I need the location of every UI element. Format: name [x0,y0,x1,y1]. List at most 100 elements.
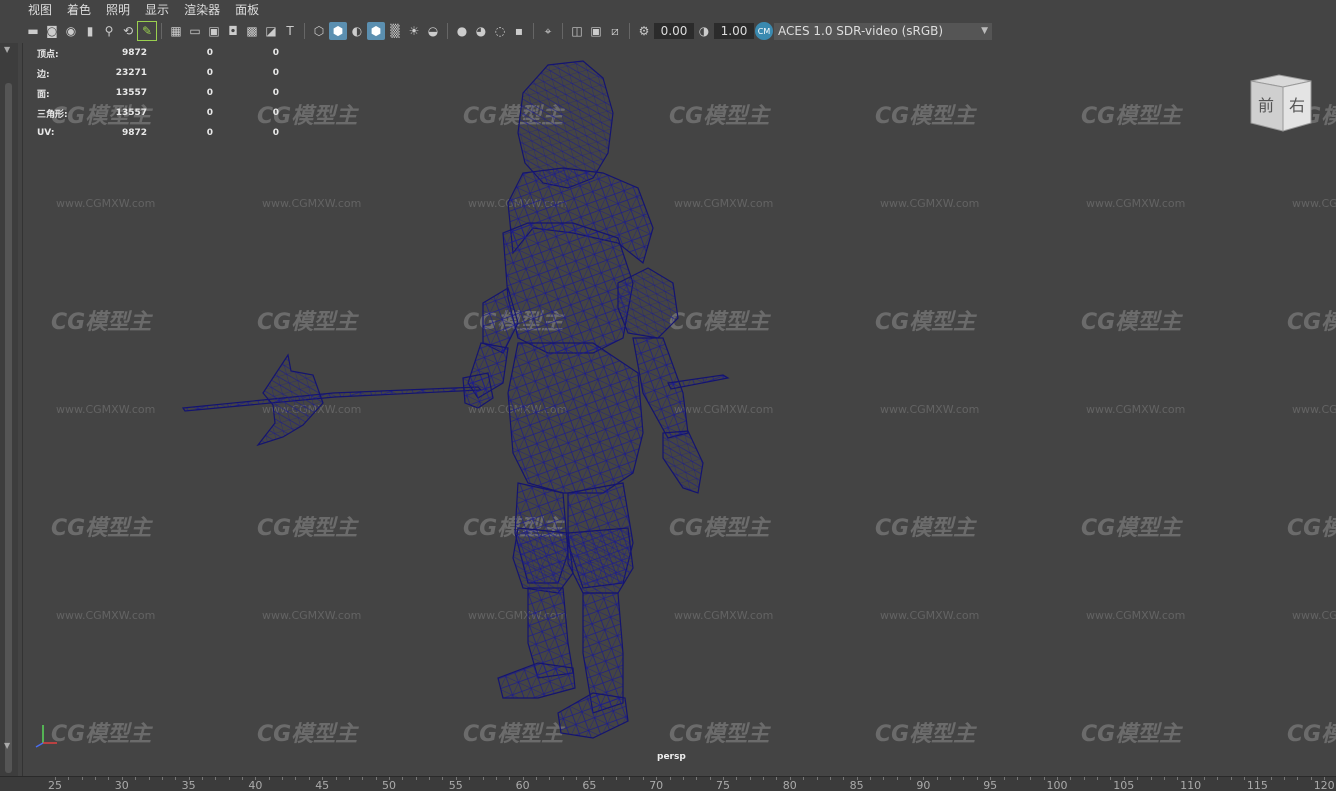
knight-wireframe-model[interactable] [163,53,783,743]
wireframe-icon[interactable]: ⬡ [310,22,328,40]
grid-icon[interactable]: ▦ [167,22,185,40]
watermark-url: www.CGMXW.com [56,609,156,622]
ruler-minor-tick [763,777,765,780]
ruler-minor-tick [1110,777,1112,780]
ruler-minor-tick [308,777,310,780]
ruler-minor-tick [923,777,925,780]
menu-lighting[interactable]: 照明 [106,1,130,18]
grease-pencil-icon[interactable]: ✎ [137,21,157,41]
watermark-logo: CG模型主 [875,722,976,747]
toolbar-divider [447,23,448,39]
watermark-logo: CG模型主 [875,310,976,335]
ruler-tick-label: 110 [1180,779,1202,791]
image-plane-icon[interactable]: ⚲ [100,22,118,40]
ruler-minor-tick [95,777,97,780]
isolate-select-icon[interactable]: ⌖ [539,22,557,40]
xray-icon[interactable]: ▒ [386,22,404,40]
film-gate-icon[interactable]: ▭ [186,22,204,40]
ruler-minor-tick [723,777,724,780]
ruler-minor-tick [709,777,711,780]
viewport-persp[interactable]: CG模型主 CG模型主 CG模型主 CG模型主 CG模型主 CG模型主 CG模型主 www.C… [22,43,1336,776]
ruler-minor-tick [1163,777,1165,780]
ruler-minor-tick [522,777,524,780]
screen-space-ao-icon[interactable]: ● [453,22,471,40]
menu-shading[interactable]: 着色 [67,1,91,18]
ruler-minor-tick [1097,777,1099,780]
ruler-minor-tick [642,777,644,780]
camera-attr-icon[interactable]: ◉ [62,22,80,40]
xray-joints-icon[interactable]: ◫ [568,22,586,40]
use-all-lights-icon[interactable]: ☀ [405,22,423,40]
ruler-minor-tick [1230,777,1232,780]
menu-panels[interactable]: 面板 [235,1,259,18]
hud-label: 三角形: [37,109,68,120]
left-scrollbar[interactable]: ▼ ▼ [0,43,18,776]
ruler-minor-tick [495,777,497,780]
ruler-tick-label: 85 [849,779,864,791]
ruler-minor-tick [482,777,484,780]
view-cube[interactable]: 前 右 [1249,73,1313,133]
ruler-minor-tick [1257,777,1259,780]
time-slider-ruler[interactable]: 25 30 35 40 45 50 55 60 65 70 75 80 85 90 95 100 105 110 1… [0,776,1336,791]
ruler-minor-tick [736,777,738,780]
view-cube-front-label[interactable]: 前 [1258,96,1274,115]
ruler-tick-label: 55 [448,779,463,791]
hud-value: 9872 [121,48,147,58]
menu-view[interactable]: 视图 [28,1,52,18]
ruler-minor-tick [1083,777,1085,780]
camera-select-icon[interactable]: ▬ [24,22,42,40]
menu-show[interactable]: 显示 [145,1,169,18]
field-chart-icon[interactable]: ▩ [243,22,261,40]
backface-culling-icon[interactable]: ⧄ [606,22,624,40]
bookmark-icon[interactable]: ▮ [81,22,99,40]
safe-title-icon[interactable]: T [281,22,299,40]
menu-renderer[interactable]: 渲染器 [184,1,220,18]
watermark-url: www.CGMXW.com [1086,609,1186,622]
scroll-up-icon[interactable]: ▼ [4,45,10,54]
motion-blur-icon[interactable]: ◕ [472,22,490,40]
scroll-down-icon[interactable]: ▼ [4,741,10,750]
watermark-logo: CG模型主 [51,722,152,747]
gate-mask-icon[interactable]: ◘ [224,22,242,40]
ruler-tick-label: 120 [1313,779,1335,791]
shadows-icon[interactable]: ◒ [424,22,442,40]
hud-row: 面: 13557 0 0 [37,83,279,103]
watermark-logo: CG模型主 [1287,516,1336,541]
watermark-url: www.CGMXW.com [1086,403,1186,416]
ruler-tick-label: 40 [248,779,263,791]
gamma-field[interactable]: 1.00 [714,23,754,39]
safe-action-icon[interactable]: ◪ [262,22,280,40]
hud-value: 0 [272,68,279,78]
gamma-icon[interactable]: ◑ [695,22,713,40]
exposure-field[interactable]: 0.00 [654,23,694,39]
watermark-logo: CG模型主 [51,310,152,335]
ruler-minor-tick [335,777,337,780]
wireframe-on-shaded-icon[interactable]: ⬢ [367,22,385,40]
ruler-minor-tick [348,777,350,780]
xray-active-icon[interactable]: ▣ [587,22,605,40]
ruler-minor-tick [201,777,203,780]
default-material-icon[interactable]: ◐ [348,22,366,40]
view-cube-right-label[interactable]: 右 [1289,96,1305,115]
resolution-gate-icon[interactable]: ▣ [205,22,223,40]
ruler-minor-tick [589,777,591,780]
ruler-tick-label: 100 [1046,779,1068,791]
color-management-toggle[interactable]: CM [755,22,773,40]
exposure-icon[interactable]: ⚙ [635,22,653,40]
smooth-shade-icon[interactable]: ⬢ [329,22,347,40]
scroll-thumb[interactable] [5,83,12,773]
ruler-minor-tick [108,777,110,780]
ruler-minor-tick [228,777,230,780]
ruler-minor-tick [1310,777,1312,780]
2d-pan-zoom-icon[interactable]: ⟲ [119,22,137,40]
depth-of-field-icon[interactable]: ▪ [510,22,528,40]
ruler-minor-tick [562,777,564,780]
hud-row: 三角形: 13557 0 0 [37,103,279,123]
watermark-url: www.CGMXW.com [1292,403,1336,416]
multisample-aa-icon[interactable]: ◌ [491,22,509,40]
toolbar-divider [533,23,534,39]
camera-lock-icon[interactable]: ◙ [43,22,61,40]
view-transform-select[interactable]: ACES 1.0 SDR-video (sRGB) ▼ [774,22,992,40]
ruler-minor-tick [1177,777,1179,780]
hud-value: 0 [272,128,279,138]
